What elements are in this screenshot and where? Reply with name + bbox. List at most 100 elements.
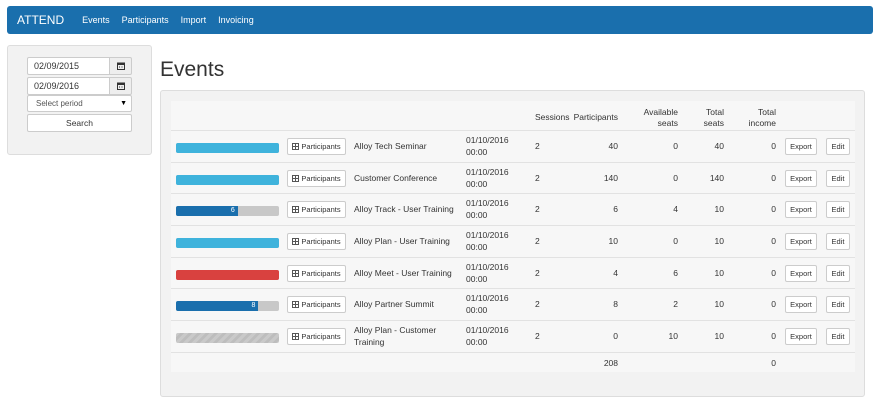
event-date: 01/10/2016 <box>466 261 509 272</box>
edit-button[interactable]: Edit <box>826 264 850 282</box>
event-sessions: 2 <box>535 331 540 342</box>
participants-button[interactable]: Participants <box>287 169 346 187</box>
event-available-seats: 0 <box>673 236 678 247</box>
participants-button[interactable]: Participants <box>287 328 346 346</box>
table-row: Participants Alloy Meet - User Training … <box>171 257 855 290</box>
event-name: Alloy Tech Seminar <box>354 141 427 151</box>
participants-button-label: Participants <box>301 332 341 342</box>
export-button[interactable]: Export <box>785 296 817 314</box>
date-to-input[interactable]: 02/09/2016 <box>27 77 110 95</box>
event-available-seats: 0 <box>673 141 678 151</box>
capacity-progress-bar <box>176 238 279 249</box>
event-total-income: 0 <box>771 141 776 151</box>
list-icon <box>292 174 300 182</box>
event-sessions: 2 <box>535 299 540 310</box>
event-name: Customer Conference <box>354 172 438 183</box>
export-button[interactable]: Export <box>785 169 817 187</box>
edit-button[interactable]: Edit <box>826 328 850 346</box>
event-participants: 140 <box>603 172 618 183</box>
period-select[interactable]: Select period ▼ <box>27 95 132 112</box>
event-participants: 40 <box>608 141 618 151</box>
export-button[interactable]: Export <box>785 201 817 219</box>
event-name: Alloy Meet - User Training <box>354 267 452 278</box>
nav-events[interactable]: Events <box>82 15 110 25</box>
nav-participants[interactable]: Participants <box>122 15 169 25</box>
capacity-progress-fill <box>176 174 279 185</box>
top-navbar: ATTEND Events Participants Import Invoic… <box>7 6 873 34</box>
participants-button-label: Participants <box>301 205 341 215</box>
table-row: 6 Participants Alloy Track - User Traini… <box>171 194 855 227</box>
table-row: Participants Alloy Tech Seminar 01/10/20… <box>171 131 855 163</box>
event-time: 00:00 <box>466 242 488 253</box>
filter-sidebar: 02/09/2015 02/09/2016 Select period ▼ Se… <box>7 45 152 155</box>
event-total-seats: 10 <box>714 236 724 247</box>
event-sessions: 2 <box>535 204 540 215</box>
event-name: Alloy Partner Summit <box>354 299 434 310</box>
edit-button[interactable]: Edit <box>826 296 850 314</box>
header-total-income-1: Total <box>758 107 776 117</box>
date-from-input[interactable]: 02/09/2015 <box>27 57 110 75</box>
event-sessions: 2 <box>535 172 540 183</box>
edit-button[interactable]: Edit <box>826 169 850 187</box>
table-header: Sessions Participants Available seats To… <box>171 101 855 131</box>
export-button[interactable]: Export <box>785 328 817 346</box>
event-available-seats: 4 <box>673 204 678 215</box>
event-participants: 0 <box>613 331 618 342</box>
period-select-value: Select period <box>36 99 83 108</box>
search-button[interactable]: Search <box>27 114 132 132</box>
event-time: 00:00 <box>466 305 488 316</box>
list-icon <box>292 143 300 150</box>
event-name: Alloy Plan - User Training <box>354 236 450 247</box>
header-total-income-2: income <box>748 118 776 128</box>
calendar-icon[interactable] <box>110 77 132 95</box>
export-button[interactable]: Export <box>785 138 817 155</box>
capacity-progress-fill <box>176 143 279 153</box>
header-participants: Participants <box>573 112 618 122</box>
event-total-income: 0 <box>771 331 776 342</box>
edit-button[interactable]: Edit <box>826 138 850 155</box>
page-title: Events <box>160 58 225 81</box>
participants-button[interactable]: Participants <box>287 233 346 251</box>
capacity-progress-fill: 6 <box>176 206 238 217</box>
edit-button[interactable]: Edit <box>826 201 850 219</box>
event-name-2: Training <box>354 337 385 348</box>
event-total-income: 0 <box>771 267 776 278</box>
edit-button[interactable]: Edit <box>826 233 850 251</box>
capacity-progress-bar <box>176 143 279 153</box>
nav-import[interactable]: Import <box>181 15 207 25</box>
participants-button[interactable]: Participants <box>287 201 346 219</box>
header-available-seats-2: seats <box>657 118 678 128</box>
header-total-seats-1: Total <box>706 107 724 117</box>
event-participants: 10 <box>608 236 618 247</box>
event-participants: 6 <box>613 204 618 215</box>
participants-button[interactable]: Participants <box>287 296 346 314</box>
participants-button-label: Participants <box>301 268 341 278</box>
participants-button[interactable]: Participants <box>287 264 346 282</box>
events-table: Sessions Participants Available seats To… <box>171 101 855 372</box>
participants-button-label: Participants <box>301 300 341 310</box>
calendar-icon[interactable] <box>110 57 132 75</box>
header-available-seats-1: Available <box>643 107 678 117</box>
event-available-seats: 0 <box>673 172 678 183</box>
capacity-progress-bar: 8 <box>176 301 279 312</box>
event-date: 01/10/2016 <box>466 293 509 304</box>
caret-down-icon: ▼ <box>120 100 127 107</box>
event-total-income: 0 <box>771 236 776 247</box>
table-row: Participants Customer Conference 01/10/2… <box>171 162 855 195</box>
events-panel: Sessions Participants Available seats To… <box>160 90 865 397</box>
export-button[interactable]: Export <box>785 233 817 251</box>
event-total-seats: 10 <box>714 204 724 215</box>
nav-invoicing[interactable]: Invoicing <box>218 15 254 25</box>
participants-button-label: Participants <box>301 142 341 151</box>
event-total-seats: 10 <box>714 267 724 278</box>
event-time: 00:00 <box>466 178 488 189</box>
event-time: 00:00 <box>466 147 488 157</box>
event-total-income: 0 <box>771 299 776 310</box>
event-total-seats: 40 <box>714 141 724 151</box>
event-date: 01/10/2016 <box>466 198 509 209</box>
event-time: 00:00 <box>466 210 488 221</box>
event-name-1: Alloy Plan - Customer <box>354 325 437 336</box>
brand-logo[interactable]: ATTEND <box>17 13 64 27</box>
export-button[interactable]: Export <box>785 264 817 282</box>
participants-button[interactable]: Participants <box>287 138 346 155</box>
